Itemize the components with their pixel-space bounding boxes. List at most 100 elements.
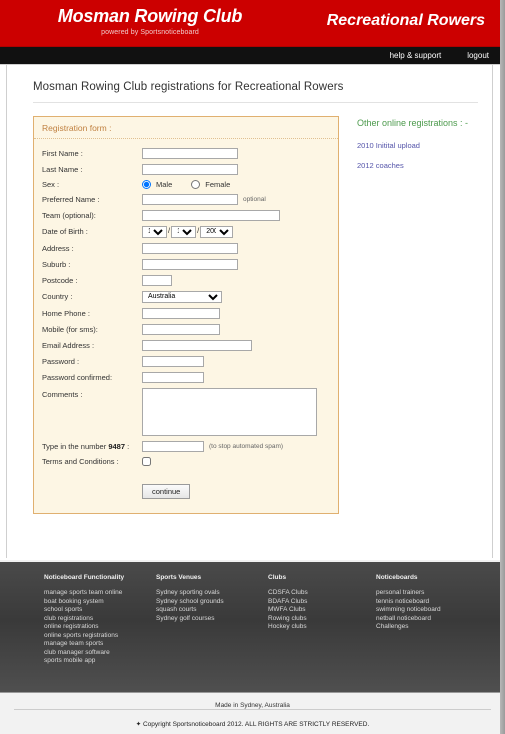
page-title: Mosman Rowing Club registrations for Rec… [33,81,344,93]
sex-radio-group: Male Female [142,179,338,189]
page-root: Mosman Rowing Club powered by Sportsnoti… [0,0,505,734]
label-sex: Sex : [42,179,60,189]
footer-link[interactable]: school sports [44,606,156,615]
row-password: Password : [42,353,338,369]
suburb-input[interactable] [142,258,238,270]
email-input[interactable] [142,339,252,351]
form-actions: continue [34,469,338,499]
nav-links: help & support logout [390,51,489,60]
footer-link[interactable]: Challenges [376,623,488,632]
dob-month-select[interactable]: 1 [171,225,197,238]
footer-link[interactable]: Rowing clubs [268,615,376,624]
footer-title-noticeboards: Noticeboards [376,574,418,581]
nav-logout[interactable]: logout [467,51,489,60]
captcha-input[interactable] [142,440,204,452]
site-footer: Noticeboard Functionality manage sports … [0,560,505,692]
copyright-label: ✦ Copyright Sportsnoticeboard 2012. ALL … [135,721,370,728]
captcha-hint: (to stop automated spam) [209,442,284,450]
footer-link[interactable]: online sports registrations [44,632,156,641]
sex-radio-male[interactable] [142,179,151,189]
brand-block: Mosman Rowing Club powered by Sportsnoti… [20,6,280,38]
footer-link[interactable]: club manager software [44,649,156,658]
footer-title-clubs: Clubs [268,574,287,581]
label-preferred-name: Preferred Name : [42,194,100,204]
dob-year-select[interactable]: 2008 [200,225,234,238]
site-header: Mosman Rowing Club powered by Sportsnoti… [0,0,505,47]
footer-columns: Noticeboard Functionality manage sports … [0,562,505,666]
footer-link[interactable]: personal trainers [376,589,488,598]
footer-link[interactable]: Sydney sporting ovals [156,589,268,598]
mobile-input[interactable] [142,323,220,335]
footer-link[interactable]: swimming noticeboard [376,606,488,615]
row-captcha: Type in the number 9487 : (to stop autom… [42,438,338,454]
first-name-input[interactable] [142,147,238,159]
footer-link[interactable]: Sydney golf courses [156,615,268,624]
captcha-label-suffix: : [127,441,130,451]
footer-title-noticeboard-functionality: Noticeboard Functionality [44,574,125,581]
footer-bottom-bar: Made in Sydney, Australia ✦ Copyright Sp… [0,692,505,734]
postcode-input[interactable] [142,274,172,286]
sex-radio-female[interactable] [191,179,201,189]
footer-link[interactable]: netball noticeboard [376,615,488,624]
footer-link[interactable]: online registrations [44,623,156,632]
label-postcode: Postcode : [42,275,78,285]
comments-textarea[interactable] [142,387,317,436]
preferred-name-input[interactable] [142,193,238,205]
sidebar-link-2012-coaches[interactable]: 2012 coaches [357,161,492,170]
footer-link[interactable]: Sydney school grounds [156,598,268,607]
footer-link[interactable]: Hockey clubs [268,623,376,632]
row-last-name: Last Name : [42,161,338,177]
footer-column-sports-venues: Sports Venues Sydney sporting ovals Sydn… [156,574,268,666]
row-terms: Terms and Conditions : [42,454,338,469]
continue-button[interactable]: continue [142,483,191,499]
footer-column-clubs: Clubs CDSFA Clubs BDAFA Clubs MWFA Clubs… [268,574,376,666]
terms-checkbox[interactable] [142,457,151,467]
label-email: Email Address : [42,340,95,350]
sidebar-heading: Other online registrations : - [357,118,469,128]
address-input[interactable] [142,242,238,254]
label-comments: Comments : [42,390,83,399]
dob-sep-2: / [197,226,200,236]
footer-link[interactable]: MWFA Clubs [268,606,376,615]
footer-link[interactable]: BDAFA Clubs [268,598,376,607]
row-suburb: Suburb : [42,256,338,272]
footer-link[interactable]: tennis noticeboard [376,598,488,607]
footer-link[interactable]: CDSFA Clubs [268,589,376,598]
label-captcha: Type in the number 9487 : [42,438,142,454]
footer-column-noticeboard-functionality: Noticeboard Functionality manage sports … [44,574,156,666]
section-title: Recreational Rowers [326,12,485,29]
row-first-name: First Name : [42,145,338,161]
label-password: Password : [42,356,80,366]
footer-link[interactable]: squash courts [156,606,268,615]
country-select[interactable]: Australia [142,290,222,303]
label-password-confirmed: Password confirmed: [42,372,113,382]
row-address: Address : [42,240,338,256]
dob-sep-1: / [168,226,171,236]
footer-link[interactable]: sports mobile app [44,657,156,666]
captcha-number: 9487 [108,441,125,451]
label-date-of-birth: Date of Birth : [42,227,88,236]
footer-link[interactable]: manage team sports [44,640,156,649]
footer-link[interactable]: manage sports team online [44,589,156,598]
row-date-of-birth: Date of Birth : 1 / 1 / 2008 [42,223,338,240]
sex-label-male: Male [156,179,173,189]
row-mobile: Mobile (for sms): [42,321,338,337]
password-confirm-input[interactable] [142,371,204,383]
home-phone-input[interactable] [142,307,220,319]
row-preferred-name: Preferred Name : optional [42,191,338,207]
form-table: First Name : Last Name : Sex : Male Fema… [42,145,338,469]
sex-label-female: Female [205,179,231,189]
password-input[interactable] [142,355,204,367]
label-address: Address : [42,243,74,253]
last-name-input[interactable] [142,163,238,175]
row-sex: Sex : Male Female [42,177,338,191]
footer-link[interactable]: boat booking system [44,598,156,607]
top-navbar: help & support logout [0,47,505,65]
team-input[interactable] [142,209,280,221]
form-heading: Registration form : [34,117,338,139]
dob-day-select[interactable]: 1 [142,225,167,238]
sidebar-link-2010-initital-upload[interactable]: 2010 Initital upload [357,141,492,150]
nav-help-support[interactable]: help & support [390,51,442,60]
footer-link[interactable]: club registrations [44,615,156,624]
row-comments: Comments : [42,385,338,438]
